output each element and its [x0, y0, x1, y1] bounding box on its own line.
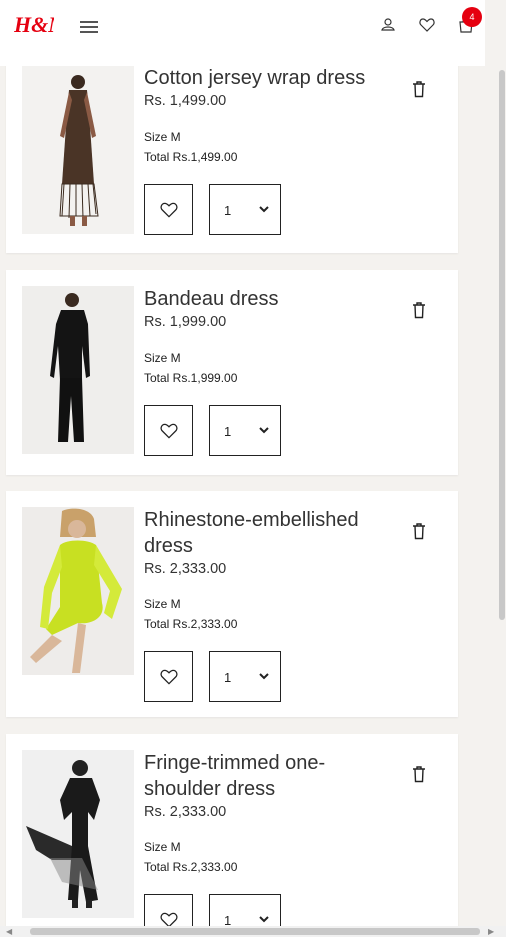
product-image[interactable] — [22, 507, 134, 675]
chevron-down-icon — [259, 427, 269, 434]
chevron-down-icon — [259, 916, 269, 923]
favourites-heart-icon[interactable] — [418, 16, 436, 34]
quantity-value: 1 — [224, 203, 232, 218]
product-price: Rs. 1,999.00 — [144, 314, 227, 330]
product-price: Rs. 2,333.00 — [144, 561, 227, 577]
product-title[interactable]: Bandeau dress — [144, 286, 394, 312]
cart-item-list: Cotton jersey wrap dress Rs. 1,499.00 Si… — [0, 0, 485, 926]
product-size: Size M — [144, 597, 181, 611]
scrollbar-thumb[interactable] — [30, 928, 480, 935]
heart-icon — [160, 912, 177, 926]
cart-item: Bandeau dress Rs. 1,999.00 Size M Total … — [6, 270, 458, 475]
chevron-down-icon — [259, 673, 269, 680]
product-total: Total Rs.2,333.00 — [144, 860, 238, 874]
cart-item: Fringe-trimmed one-shoulder dress Rs. 2,… — [6, 734, 458, 926]
product-total: Total Rs.2,333.00 — [144, 617, 238, 631]
quantity-select[interactable]: 1 — [209, 405, 281, 456]
product-price: Rs. 2,333.00 — [144, 804, 227, 820]
cart-item: Cotton jersey wrap dress Rs. 1,499.00 Si… — [6, 46, 458, 253]
product-image[interactable] — [22, 66, 134, 234]
product-title[interactable]: Rhinestone-embellished dress — [144, 507, 394, 559]
hamburger-menu-icon[interactable] — [80, 18, 102, 38]
quantity-select[interactable]: 1 — [209, 894, 281, 926]
site-header: H&M 4 — [0, 0, 485, 66]
trash-icon — [413, 523, 425, 540]
trash-icon — [413, 81, 425, 98]
svg-text:H&M: H&M — [14, 12, 54, 37]
product-total: Total Rs.1,499.00 — [144, 150, 238, 164]
heart-icon — [160, 423, 177, 439]
product-title[interactable]: Fringe-trimmed one-shoulder dress — [144, 750, 394, 802]
quantity-value: 1 — [224, 670, 232, 685]
scroll-right-icon[interactable]: ▶ — [488, 927, 494, 936]
trash-icon — [413, 766, 425, 783]
heart-icon — [160, 669, 177, 685]
remove-item-button[interactable] — [412, 301, 426, 319]
product-size: Size M — [144, 840, 181, 854]
cart-item: Rhinestone-embellished dress Rs. 2,333.0… — [6, 491, 458, 717]
remove-item-button[interactable] — [412, 765, 426, 783]
product-size: Size M — [144, 351, 181, 365]
chevron-down-icon — [259, 206, 269, 213]
heart-icon — [160, 202, 177, 218]
account-icon[interactable] — [379, 16, 397, 34]
vertical-scrollbar[interactable] — [499, 70, 505, 620]
scroll-left-icon[interactable]: ◀ — [6, 927, 12, 936]
remove-item-button[interactable] — [412, 522, 426, 540]
product-price: Rs. 1,499.00 — [144, 93, 227, 109]
product-size: Size M — [144, 130, 181, 144]
product-title[interactable]: Cotton jersey wrap dress — [144, 65, 394, 91]
hm-logo[interactable]: H&M — [13, 10, 69, 38]
quantity-value: 1 — [224, 424, 232, 439]
cart-count-badge: 4 — [462, 7, 482, 27]
trash-icon — [413, 302, 425, 319]
product-image[interactable] — [22, 750, 134, 918]
product-image[interactable] — [22, 286, 134, 454]
horizontal-scrollbar[interactable]: ◀ ▶ — [0, 926, 506, 937]
add-to-favourites-button[interactable] — [144, 405, 193, 456]
remove-item-button[interactable] — [412, 80, 426, 98]
add-to-favourites-button[interactable] — [144, 894, 193, 926]
quantity-select[interactable]: 1 — [209, 651, 281, 702]
add-to-favourites-button[interactable] — [144, 651, 193, 702]
quantity-value: 1 — [224, 913, 232, 926]
add-to-favourites-button[interactable] — [144, 184, 193, 235]
quantity-select[interactable]: 1 — [209, 184, 281, 235]
product-total: Total Rs.1,999.00 — [144, 371, 238, 385]
